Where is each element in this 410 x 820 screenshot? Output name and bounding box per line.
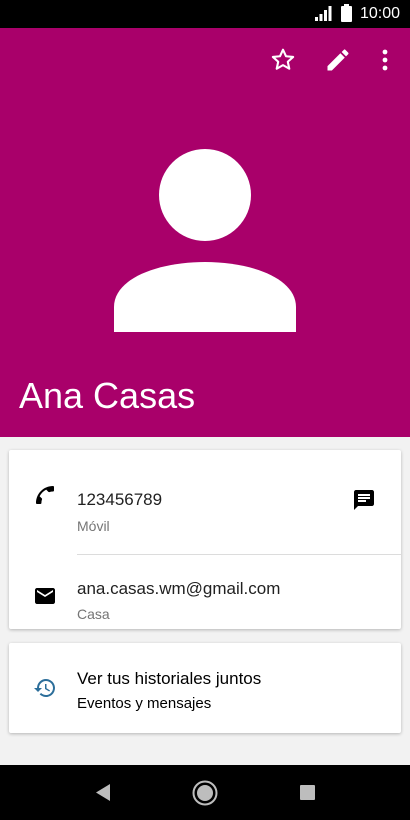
home-icon[interactable]	[192, 780, 218, 806]
history-subtitle: Eventos y mensajes	[77, 695, 212, 712]
phone-row[interactable]: 123456789 Móvil	[9, 450, 401, 554]
contact-name: Ana Casas	[19, 375, 196, 416]
favorite-button[interactable]	[269, 46, 297, 74]
person-icon	[114, 149, 296, 332]
contact-details: 123456789 Móvil ana.casas.wm@gmail.com C…	[0, 437, 410, 765]
email-type: Casa	[77, 606, 110, 622]
star-icon	[271, 48, 295, 70]
contact-header: Ana Casas	[0, 28, 410, 437]
clock: 10:00	[359, 5, 400, 22]
edit-icon	[327, 49, 349, 71]
edit-button[interactable]	[324, 46, 352, 74]
phone-icon	[36, 486, 54, 504]
email-icon	[35, 588, 55, 604]
navigation-bar	[0, 765, 410, 820]
history-icon	[34, 679, 55, 697]
email-row[interactable]: ana.casas.wm@gmail.com Casa	[9, 555, 401, 629]
more-options-button[interactable]	[371, 46, 399, 74]
phone-type: Móvil	[77, 518, 110, 534]
battery-icon	[341, 4, 352, 22]
signal-icon	[315, 6, 332, 21]
history-title: Ver tus historiales juntos	[77, 669, 262, 688]
phone-number: 123456789	[77, 490, 163, 509]
status-bar: 10:00	[0, 0, 410, 28]
recents-icon[interactable]	[300, 785, 315, 800]
message-icon	[354, 490, 374, 510]
history-card[interactable]: Ver tus historiales juntos Eventos y men…	[9, 643, 401, 733]
more-icon	[382, 49, 388, 71]
email-address: ana.casas.wm@gmail.com	[77, 579, 281, 598]
back-icon[interactable]	[94, 783, 112, 802]
contact-info-card: 123456789 Móvil ana.casas.wm@gmail.com C…	[9, 450, 401, 629]
send-message-button[interactable]	[346, 482, 382, 518]
